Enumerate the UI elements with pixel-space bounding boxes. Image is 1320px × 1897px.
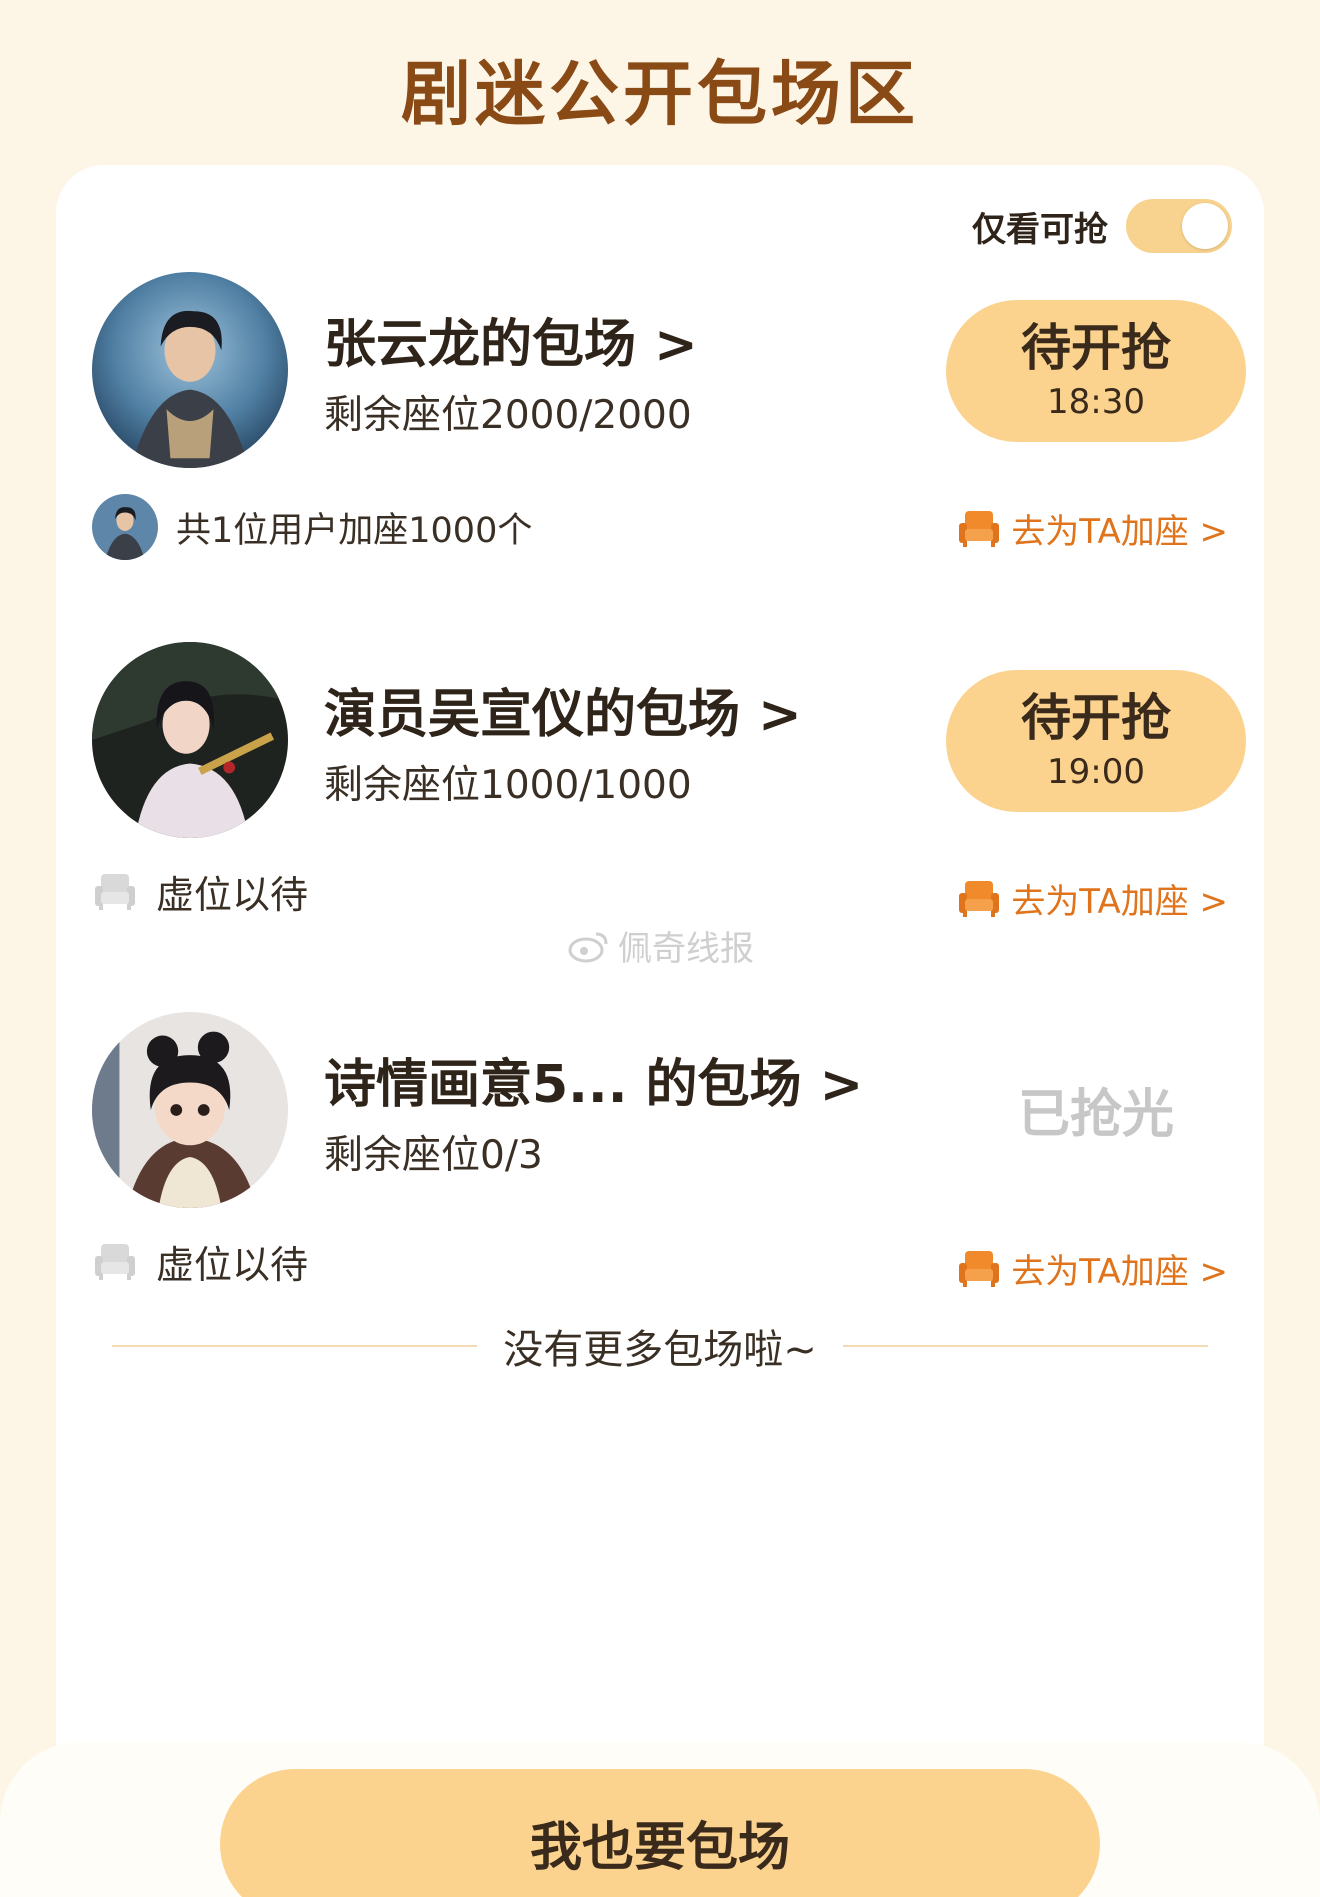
session-item: 张云龙的包场 > 剩余座位2000/2000 待开抢 18:30 共1位用户加座… <box>56 272 1264 572</box>
remaining-seats: 剩余座位0/3 <box>324 1133 543 1178</box>
watermark-text: 佩奇线报 <box>618 929 754 969</box>
button-label: 待开抢 <box>1021 689 1171 748</box>
create-session-button[interactable]: 我也要包场 <box>220 1769 1100 1897</box>
grab-ticket-button[interactable]: 待开抢 18:30 <box>946 300 1246 442</box>
divider-line <box>842 1345 1209 1347</box>
seat-icon <box>959 510 1000 547</box>
remaining-seats: 剩余座位1000/1000 <box>324 763 692 808</box>
session-item: 演员吴宣仪的包场 > 剩余座位1000/1000 待开抢 19:00 虚位以待 <box>56 642 1264 942</box>
filter-available-only[interactable]: 仅看可抢 <box>972 199 1232 253</box>
session-title[interactable]: 诗情画意5... 的包场 > <box>324 1042 863 1117</box>
add-seat-label: 去为TA加座 > <box>1011 882 1228 922</box>
filter-toggle[interactable] <box>1126 199 1232 253</box>
avatar-image <box>92 272 288 468</box>
session-title[interactable]: 演员吴宣仪的包场 > <box>324 672 802 747</box>
seat-icon <box>959 880 1000 917</box>
seat-icon <box>959 1250 1000 1287</box>
page-title: 剧迷公开包场区 <box>401 53 919 135</box>
bottom-bar: 我也要包场 <box>0 1742 1320 1897</box>
sold-out-status: 已抢光 <box>1017 1085 1174 1145</box>
toggle-knob <box>1182 203 1228 249</box>
add-seat-link[interactable]: 去为TA加座 > <box>957 1244 1228 1293</box>
filter-label: 仅看可抢 <box>972 209 1108 250</box>
button-time: 19:00 <box>1047 751 1145 792</box>
grab-ticket-button[interactable]: 待开抢 19:00 <box>946 670 1246 812</box>
session-item: 诗情画意5... 的包场 > 剩余座位0/3 已抢光 虚位以待 去为TA加座 > <box>56 1012 1264 1312</box>
add-seat-label: 去为TA加座 > <box>1011 512 1228 552</box>
weibo-icon <box>568 932 608 962</box>
host-avatar[interactable] <box>92 642 288 838</box>
waiting-text: 虚位以待 <box>156 873 309 917</box>
add-seat-link[interactable]: 去为TA加座 > <box>957 504 1228 553</box>
joined-text: 共1位用户加座1000个 <box>176 510 533 551</box>
divider-line <box>112 1345 478 1347</box>
button-time: 18:30 <box>1047 381 1145 422</box>
waiting-text: 虚位以待 <box>156 1243 309 1287</box>
empty-seat-icon <box>95 873 135 910</box>
add-seat-link[interactable]: 去为TA加座 > <box>957 874 1228 923</box>
empty-seat-icon <box>95 1243 135 1280</box>
add-seat-label: 去为TA加座 > <box>1011 1252 1228 1292</box>
session-list-card: 仅看可抢 张云龙的包场 > 剩余座位2000/2000 待开抢 18:30 共1… <box>56 165 1264 1897</box>
page: 剧迷公开包场区 仅看可抢 张云龙的包场 > 剩余座位2000/2000 待开抢 … <box>0 0 1320 1897</box>
host-avatar[interactable] <box>92 1012 288 1208</box>
host-avatar[interactable] <box>92 272 288 468</box>
avatar-image <box>92 1012 288 1208</box>
end-of-list-divider: 没有更多包场啦~ <box>112 1317 1209 1375</box>
waiting-info: 虚位以待 <box>92 864 308 919</box>
end-of-list-text: 没有更多包场啦~ <box>503 1327 817 1373</box>
session-title[interactable]: 张云龙的包场 > <box>324 302 698 377</box>
remaining-seats: 剩余座位2000/2000 <box>324 393 692 438</box>
avatar-image <box>92 642 288 838</box>
joined-info: 共1位用户加座1000个 <box>92 494 532 560</box>
button-label: 待开抢 <box>1021 319 1171 378</box>
waiting-info: 虚位以待 <box>92 1234 308 1289</box>
watermark: 佩奇线报 <box>566 921 754 970</box>
joined-user-avatar <box>92 494 158 560</box>
